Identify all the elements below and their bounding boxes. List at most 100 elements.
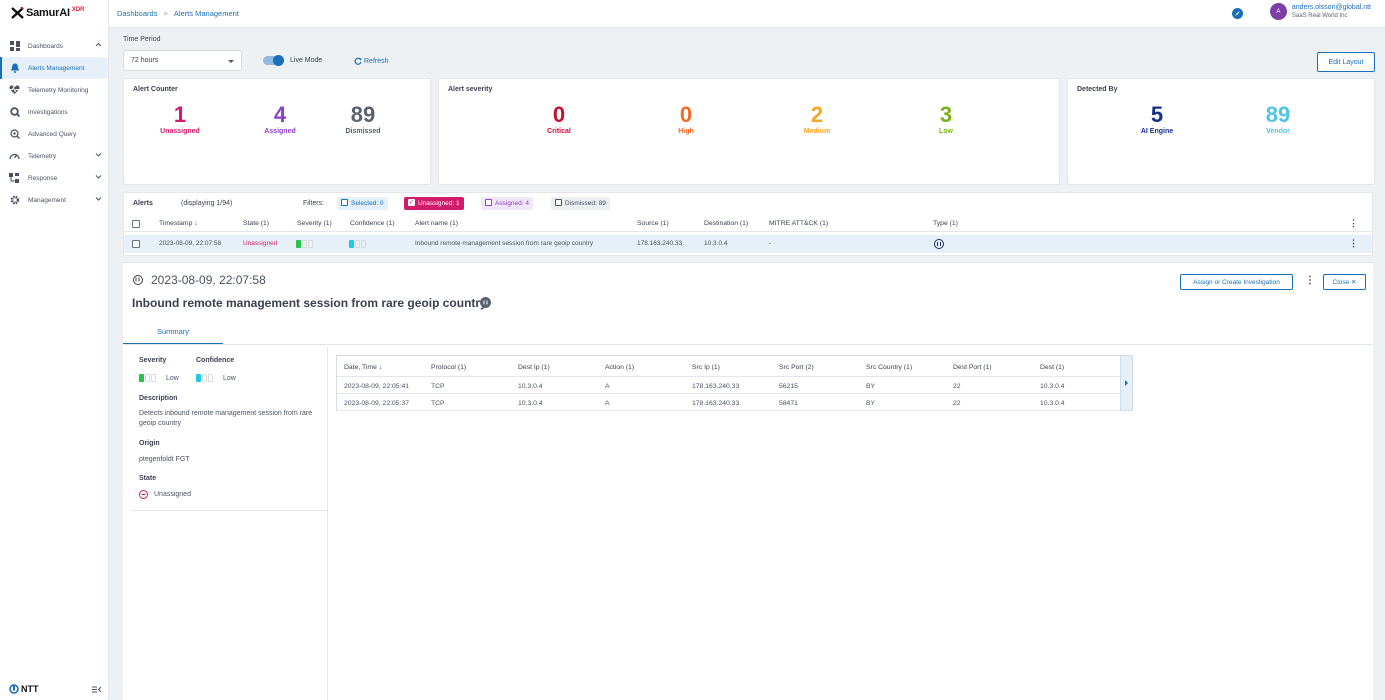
column-severity[interactable]: Severity (1) xyxy=(297,220,332,227)
column-timestamp[interactable]: Timestamp ↓ xyxy=(159,220,198,227)
row-state: Unassigned xyxy=(243,240,278,247)
avatar[interactable]: A xyxy=(1269,3,1287,20)
ntt-logo-text: NTT xyxy=(21,684,39,694)
column-date-time[interactable]: Date, Time ↓ xyxy=(344,364,382,371)
column-dest[interactable]: Dest (1) xyxy=(1040,364,1064,371)
stat-value: 0 xyxy=(552,102,566,127)
column-protocol[interactable]: Protocol (1) xyxy=(431,364,466,371)
table-row[interactable]: 2023-08-09, 22:05:37 TCP 10.3.0.4 A 178.… xyxy=(337,394,1121,411)
user-menu[interactable]: A anders.olsson@global.ntt SaaS Real Wor… xyxy=(1269,3,1371,20)
column-src-port[interactable]: Src Port (2) xyxy=(779,364,814,371)
confidence-bar xyxy=(349,240,354,248)
filter-assigned-chip[interactable]: Assigned: 4 xyxy=(481,197,533,210)
table-header: Timestamp ↓ State (1) Severity (1) Confi… xyxy=(124,215,1372,232)
confidence-bar xyxy=(196,374,201,382)
stat-label: Medium xyxy=(803,128,831,135)
sidebar-item-dashboards[interactable]: Dashboards xyxy=(0,35,108,57)
stat-value: 2 xyxy=(810,102,824,127)
table-row[interactable]: 2023-08-09, 22:07:58 Unassigned Inbound … xyxy=(124,235,1372,253)
column-state[interactable]: State (1) xyxy=(243,220,269,227)
grid-icon xyxy=(9,41,20,52)
assign-investigation-button[interactable]: Assign or Create Investigation xyxy=(1180,274,1293,290)
sidebar-item-alerts-management[interactable]: Alerts Management xyxy=(0,57,108,79)
bell-icon xyxy=(9,63,20,74)
confidence-meter xyxy=(349,240,366,248)
column-src-ip[interactable]: Src Ip (1) xyxy=(692,364,720,371)
network-type-icon xyxy=(934,239,944,249)
column-dest-port[interactable]: Dest Port (1) xyxy=(953,364,992,371)
filter-dismissed-chip[interactable]: Dismissed: 89 xyxy=(551,197,610,210)
user-org: SaaS Real World Inc xyxy=(1291,13,1348,19)
row-mitre: - xyxy=(769,240,772,247)
query-icon xyxy=(9,129,20,140)
cell-action: A xyxy=(605,400,610,407)
column-mitre[interactable]: MITRE ATT&CK (1) xyxy=(769,220,828,227)
filter-unassigned-chip[interactable]: ✓ Unassigned: 1 xyxy=(404,197,464,210)
column-confidence[interactable]: Confidence (1) xyxy=(350,220,395,227)
stat-unassigned[interactable]: 1 Unassigned xyxy=(150,103,210,136)
live-mode-toggle[interactable] xyxy=(263,54,284,66)
row-checkbox[interactable] xyxy=(132,240,140,248)
sidebar-item-advanced-query[interactable]: Advanced Query xyxy=(0,123,108,145)
sidebar-item-management[interactable]: Management xyxy=(0,189,108,211)
stat-low[interactable]: 3 Low xyxy=(916,103,976,136)
samurai-logo[interactable]: SamurAI XDR xyxy=(11,7,85,19)
breadcrumb-dashboards[interactable]: Dashboards xyxy=(117,9,157,18)
sidebar-item-telemetry[interactable]: Telemetry xyxy=(0,145,108,167)
column-src-country[interactable]: Src Country (1) xyxy=(866,364,912,371)
checkbox-icon xyxy=(341,199,348,206)
row-menu-icon[interactable]: ⋮ xyxy=(1349,239,1358,248)
column-alert-name[interactable]: Alert name (1) xyxy=(415,220,458,227)
info-icon[interactable] xyxy=(480,297,491,308)
sidebar-item-telemetry-monitoring[interactable]: Telemetry Monitoring xyxy=(0,79,108,101)
user-email: anders.olsson@global.ntt xyxy=(1291,4,1371,11)
close-button[interactable]: Close ✕ xyxy=(1323,274,1366,290)
stat-medium[interactable]: 2 Medium xyxy=(787,102,847,136)
tab-summary[interactable]: Summary xyxy=(123,321,223,345)
cell-dest: 10.3.0.4 xyxy=(1040,400,1065,407)
filter-label: Unassigned: 1 xyxy=(418,200,460,207)
select-all-checkbox[interactable] xyxy=(132,220,140,228)
columns-menu-icon[interactable]: ⋮ xyxy=(1349,219,1358,228)
column-dest-ip[interactable]: Dest Ip (1) xyxy=(518,364,550,371)
edit-layout-button[interactable]: Edit Layout xyxy=(1317,52,1375,72)
refresh-button[interactable]: Refresh xyxy=(354,57,389,65)
chevron-down-icon xyxy=(95,153,102,157)
stat-critical[interactable]: 0 Critical xyxy=(529,102,589,136)
scroll-right-button[interactable] xyxy=(1120,356,1132,410)
alerts-title: Alerts xyxy=(133,200,153,207)
alerts-displaying: (displaying 1/94) xyxy=(181,200,233,207)
filters-label: Filters: xyxy=(303,200,324,207)
filter-label: Dismissed: 89 xyxy=(565,200,606,207)
checkbox-icon xyxy=(555,199,562,206)
chevron-down-icon xyxy=(95,175,102,179)
detail-menu-icon[interactable]: ⋮ xyxy=(1305,276,1315,286)
compass-icon[interactable] xyxy=(1232,8,1243,19)
detected-by-card: Detected By 5 AI Engine 89 Vendor xyxy=(1067,78,1375,185)
collapse-sidebar-icon[interactable] xyxy=(92,686,101,693)
severity-bar xyxy=(145,374,150,382)
sidebar-item-response[interactable]: Response xyxy=(0,167,108,189)
time-period-select[interactable]: 72 hours xyxy=(123,50,242,71)
card-title: Detected By xyxy=(1077,86,1118,93)
stat-dismissed[interactable]: 89 Dismissed xyxy=(333,103,393,136)
breadcrumb: Dashboards > Alerts Management xyxy=(117,9,239,18)
sidebar-item-investigations[interactable]: Investigations xyxy=(0,101,108,123)
column-destination[interactable]: Destination (1) xyxy=(704,220,748,227)
column-type[interactable]: Type (1) xyxy=(933,220,958,227)
sidebar-item-label: Telemetry Monitoring xyxy=(28,86,89,94)
breadcrumb-alerts-management[interactable]: Alerts Management xyxy=(174,9,239,18)
column-source[interactable]: Source (1) xyxy=(637,220,669,227)
stat-label: Vendor xyxy=(1266,128,1290,135)
cell-dest-ip: 10.3.0.4 xyxy=(518,400,543,407)
stat-assigned[interactable]: 4 Assigned xyxy=(250,103,310,136)
state-label: State xyxy=(139,475,157,482)
origin-label: Origin xyxy=(139,440,160,447)
column-action[interactable]: Action (1) xyxy=(605,364,634,371)
row-destination: 10.3.0.4 xyxy=(704,240,728,247)
stat-high[interactable]: 0 High xyxy=(656,103,716,136)
table-row[interactable]: 2023-08-09, 22:05:41 TCP 10.3.0.4 A 178.… xyxy=(337,377,1121,394)
filter-selected-chip[interactable]: Selected: 0 xyxy=(337,197,388,210)
stat-ai-engine[interactable]: 5 AI Engine xyxy=(1127,103,1187,136)
stat-vendor[interactable]: 89 Vendor xyxy=(1248,103,1308,136)
